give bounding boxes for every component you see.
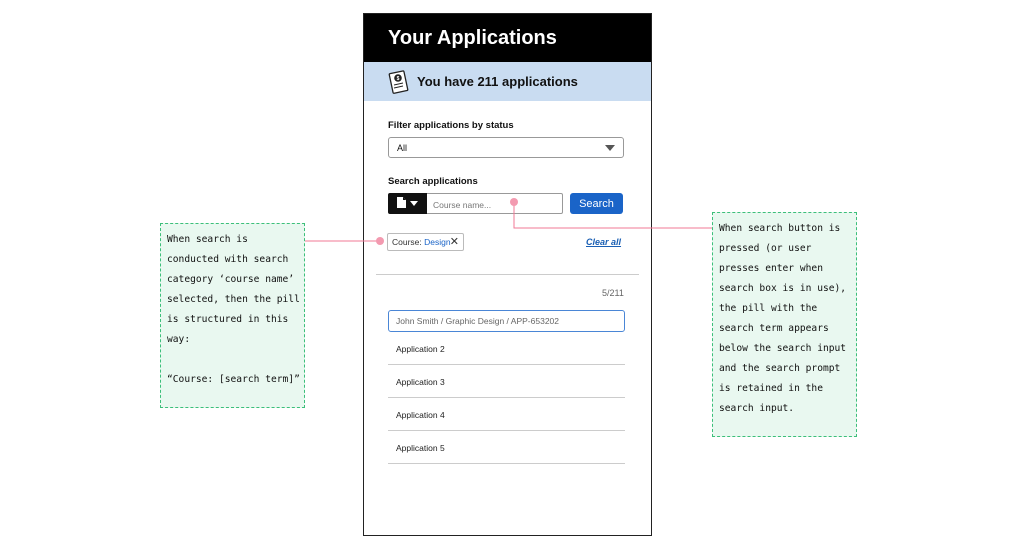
document-icon	[397, 195, 406, 213]
svg-text:$: $	[397, 76, 400, 82]
clear-all-link[interactable]: Clear all	[586, 237, 621, 247]
pill-prefix: Course:	[392, 237, 425, 247]
search-term-pill: Course: Design ✕	[387, 233, 464, 251]
annotation-pill-format: When search is conducted with search cat…	[160, 223, 305, 408]
chevron-down-icon	[410, 201, 418, 206]
phone-frame: Your Applications $ You have 211 applica…	[363, 13, 652, 536]
results-filter-input[interactable]: John Smith / Graphic Design / APP-653202	[388, 310, 625, 332]
close-icon[interactable]: ✕	[450, 235, 459, 248]
chevron-down-icon	[605, 145, 615, 151]
annotation-search-behavior: When search button is pressed (or user p…	[712, 212, 857, 437]
filter-label: Filter applications by status	[388, 120, 514, 131]
status-filter-select[interactable]: All	[388, 137, 624, 158]
list-item[interactable]: Application 2	[388, 332, 625, 365]
page-title: Your Applications	[364, 14, 651, 62]
divider	[376, 274, 639, 275]
search-input[interactable]: Course name...	[427, 193, 563, 214]
list-item[interactable]: Application 3	[388, 365, 625, 398]
result-count: 5/211	[602, 288, 624, 298]
application-list: Application 2 Application 3 Application …	[388, 332, 625, 464]
search-button[interactable]: Search	[570, 193, 623, 214]
list-item[interactable]: Application 4	[388, 398, 625, 431]
search-category-button[interactable]	[388, 193, 427, 214]
pill-term: Design	[424, 237, 451, 247]
applications-count-text: You have 211 applications	[417, 74, 578, 89]
search-label: Search applications	[388, 176, 478, 187]
document-badge-icon: $	[388, 69, 410, 95]
status-filter-value: All	[397, 143, 408, 153]
applications-banner: $ You have 211 applications	[364, 62, 651, 101]
list-item[interactable]: Application 5	[388, 431, 625, 464]
